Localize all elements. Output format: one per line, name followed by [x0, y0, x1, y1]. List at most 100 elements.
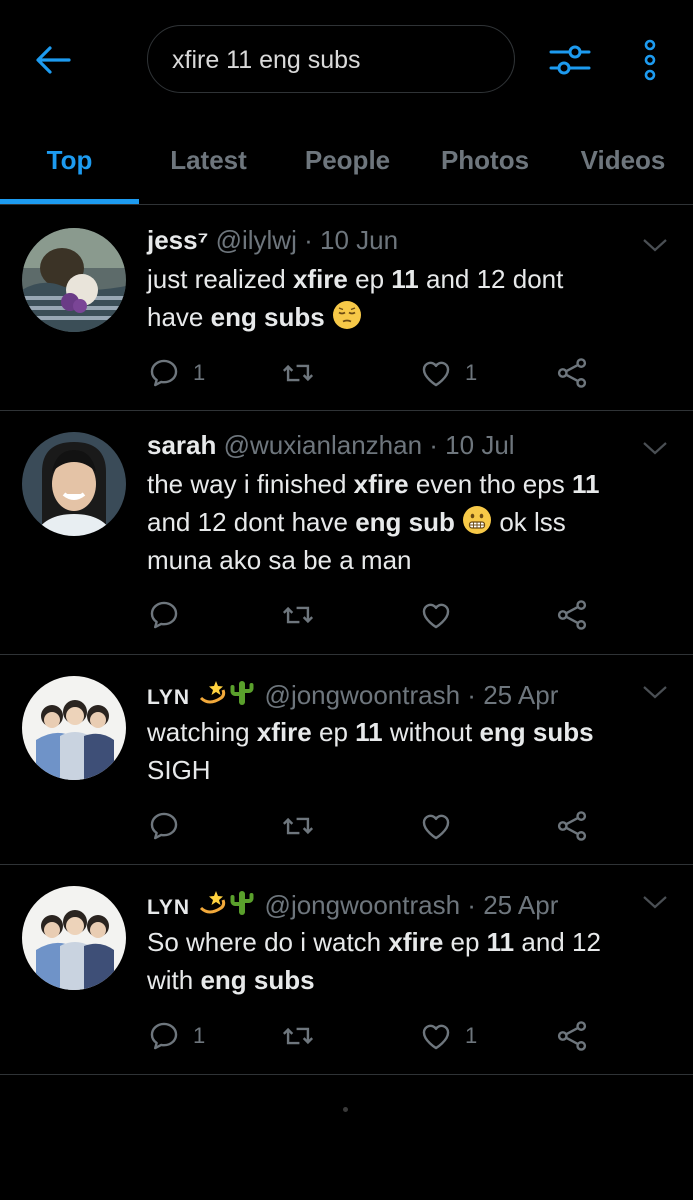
tweet[interactable]: sarah @wuxianlanzhan · 10 Jul the way i …: [0, 410, 693, 655]
user-handle[interactable]: @ilylwj: [216, 225, 297, 255]
retweet-button[interactable]: [281, 806, 315, 846]
back-button[interactable]: [30, 38, 76, 82]
chevron-down-icon[interactable]: [641, 892, 669, 912]
more-options-button[interactable]: [634, 36, 666, 84]
dizzy-emoji-icon: [197, 678, 227, 708]
tweet-text: the way i finished xfire even tho eps 11…: [147, 469, 600, 575]
retweet-icon: [281, 356, 315, 390]
share-icon: [555, 598, 589, 632]
chevron-down-icon[interactable]: [641, 438, 669, 458]
share-button[interactable]: [555, 1016, 589, 1056]
chevron-down-icon[interactable]: [641, 235, 669, 255]
tweet-actions: [147, 806, 607, 846]
reply-button[interactable]: [147, 806, 181, 846]
share-button[interactable]: [555, 806, 589, 846]
display-name[interactable]: LYN: [147, 896, 190, 919]
share-icon: [555, 809, 589, 843]
search-filter-button[interactable]: [546, 38, 594, 82]
share-icon: [555, 356, 589, 390]
retweet-icon: [281, 809, 315, 843]
cactus-emoji-icon: [227, 678, 257, 708]
tweet-header: jess⁷ @ilylwj · 10 Jun: [147, 225, 398, 256]
tab-top[interactable]: Top: [0, 120, 139, 204]
avatar[interactable]: [22, 432, 126, 536]
retweet-button[interactable]: [281, 1016, 315, 1056]
active-tab-indicator: [0, 199, 139, 204]
tab-videos[interactable]: Videos: [553, 120, 693, 204]
vertical-dots-icon: [644, 39, 656, 81]
separator-dot: ·: [429, 430, 438, 460]
heart-icon: [419, 809, 453, 843]
display-name[interactable]: sarah: [147, 430, 216, 460]
like-button[interactable]: 1: [419, 353, 477, 393]
tweet-date[interactable]: 10 Jun: [320, 225, 398, 255]
avatar[interactable]: [22, 228, 126, 332]
like-button[interactable]: [419, 806, 453, 846]
search-box[interactable]: [147, 25, 515, 94]
cactus-emoji-icon: [227, 888, 257, 918]
tweet-text: So where do i watch xfire ep 11 and 12 w…: [147, 927, 601, 995]
like-button[interactable]: [419, 595, 453, 635]
dizzy-emoji-icon: [197, 888, 227, 918]
loading-indicator: [343, 1107, 348, 1112]
tab-photos[interactable]: Photos: [417, 120, 553, 204]
reply-count: 1: [193, 1023, 206, 1048]
tweet-actions: [147, 595, 607, 635]
tab-latest[interactable]: Latest: [139, 120, 278, 204]
tweet-header: LYN @jongwoontrash · 25 Apr: [147, 678, 558, 711]
separator-dot: ·: [467, 680, 476, 710]
user-handle[interactable]: @jongwoontrash: [265, 680, 461, 710]
avatar[interactable]: [22, 676, 126, 780]
heart-icon: [419, 356, 453, 390]
tweet-date[interactable]: 10 Jul: [445, 430, 514, 460]
tweet-date[interactable]: 25 Apr: [483, 890, 558, 920]
display-name[interactable]: LYN: [147, 686, 190, 709]
tweet-date[interactable]: 25 Apr: [483, 680, 558, 710]
tweet-text: just realized xfire ep 11 and 12 dont ha…: [147, 264, 564, 332]
tweet[interactable]: LYN @jongwoontrash · 25 Apr watching xfi…: [0, 654, 693, 865]
avatar-image: [22, 432, 126, 536]
reply-button[interactable]: [147, 595, 181, 635]
share-button[interactable]: [555, 353, 589, 393]
retweet-button[interactable]: [281, 595, 315, 635]
tweet[interactable]: LYN @jongwoontrash · 25 Apr So where do …: [0, 864, 693, 1075]
heart-icon: [419, 598, 453, 632]
sliders-icon: [549, 45, 591, 75]
tweet[interactable]: jess⁷ @ilylwj · 10 Jun just realized xfi…: [0, 205, 693, 411]
avatar-image: [22, 676, 126, 780]
avatar[interactable]: [22, 886, 126, 990]
share-button[interactable]: [555, 595, 589, 635]
like-button[interactable]: 1: [419, 1016, 477, 1056]
top-bar: [0, 0, 693, 120]
separator-dot: ·: [467, 890, 476, 920]
tweet-header: sarah @wuxianlanzhan · 10 Jul: [147, 430, 515, 461]
search-input[interactable]: [170, 26, 504, 94]
reply-icon: [147, 1019, 181, 1053]
tweet-actions: 1 1: [147, 1016, 607, 1056]
user-handle[interactable]: @jongwoontrash: [265, 890, 461, 920]
reply-count: 1: [193, 360, 206, 385]
separator-dot: ·: [304, 225, 313, 255]
tweet-header: LYN @jongwoontrash · 25 Apr: [147, 888, 558, 921]
tweet-actions: 1 1: [147, 353, 607, 393]
tab-people[interactable]: People: [278, 120, 417, 204]
reply-icon: [147, 809, 181, 843]
search-tabs: Top Latest People Photos Videos: [0, 120, 693, 205]
back-arrow-icon: [36, 46, 71, 74]
reply-button[interactable]: 1: [147, 353, 205, 393]
avatar-image: [22, 228, 126, 332]
reply-button[interactable]: 1: [147, 1016, 205, 1056]
like-count: 1: [465, 360, 478, 385]
pensive-face-emoji-icon: [332, 300, 362, 330]
retweet-button[interactable]: [281, 353, 315, 393]
tweet-text: watching xfire ep 11 without eng subs SI…: [147, 717, 594, 785]
like-count: 1: [465, 1023, 478, 1048]
display-name[interactable]: jess⁷: [147, 225, 208, 255]
chevron-down-icon[interactable]: [641, 682, 669, 702]
grimacing-face-emoji-icon: [462, 505, 492, 535]
retweet-icon: [281, 1019, 315, 1053]
heart-icon: [419, 1019, 453, 1053]
share-icon: [555, 1019, 589, 1053]
user-handle[interactable]: @wuxianlanzhan: [224, 430, 422, 460]
retweet-icon: [281, 598, 315, 632]
